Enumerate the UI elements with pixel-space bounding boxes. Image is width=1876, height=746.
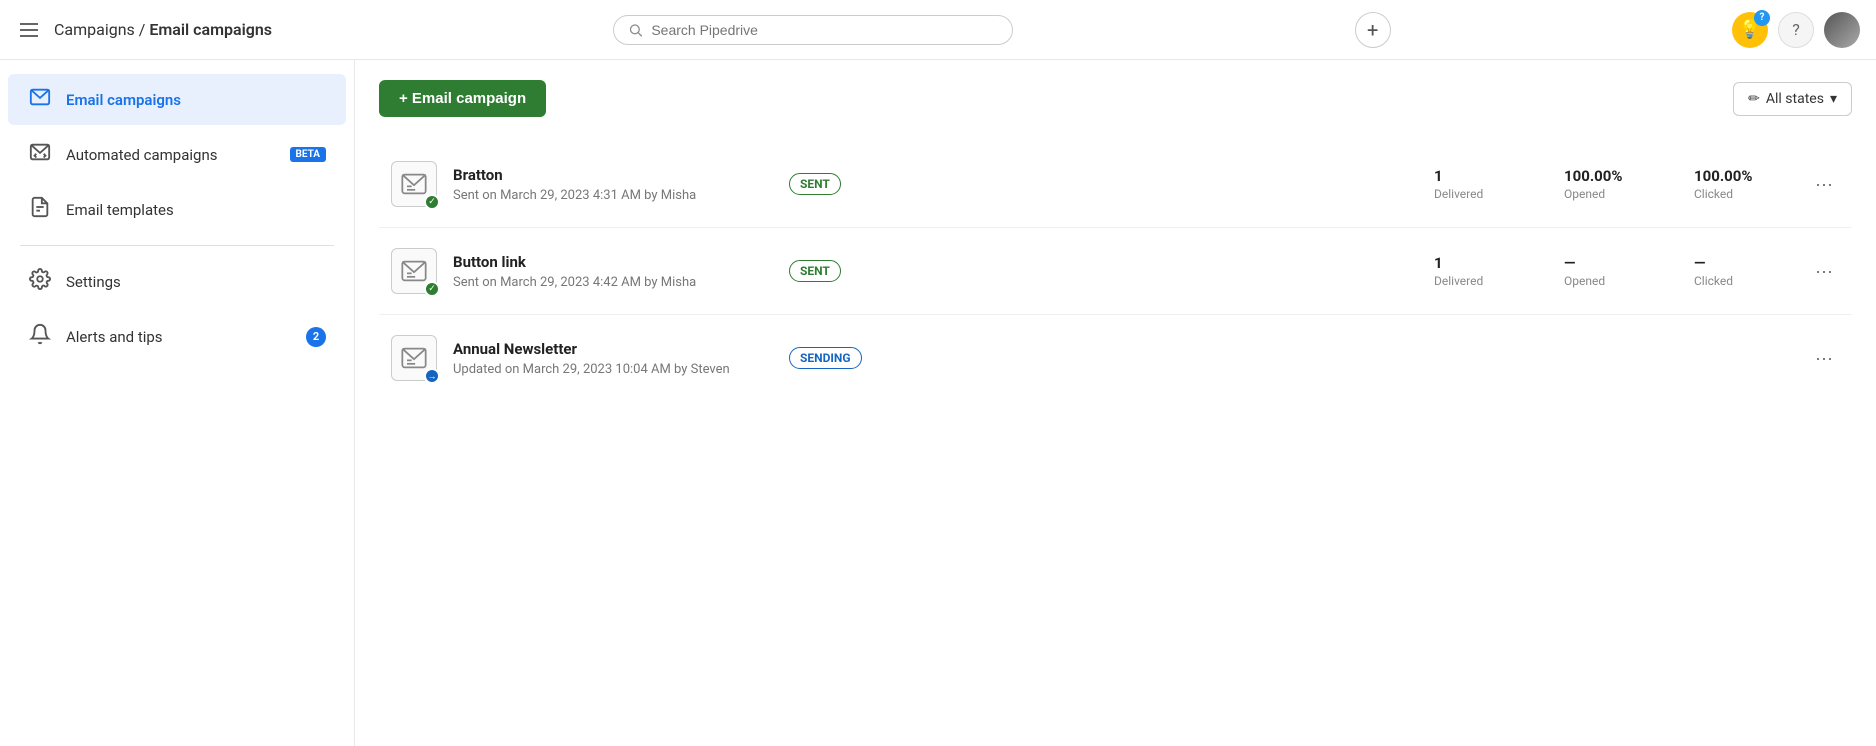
sidebar: Email campaigns Automated campaigns BETA… [0, 60, 355, 746]
alerts-icon [28, 323, 52, 350]
add-campaign-button[interactable]: + Email campaign [379, 80, 546, 117]
campaign-stats [878, 357, 1792, 359]
layout: Email campaigns Automated campaigns BETA… [0, 60, 1876, 746]
campaign-meta: Sent on March 29, 2023 4:31 AM by Misha [453, 188, 773, 203]
campaign-list: ✓ Bratton Sent on March 29, 2023 4:31 AM… [379, 141, 1852, 401]
pencil-icon: ✏ [1748, 91, 1760, 107]
table-row: → Annual Newsletter Updated on March 29,… [379, 315, 1852, 401]
automated-campaigns-icon [28, 141, 52, 168]
tips-badge: ? [1754, 10, 1770, 26]
stat-value-opened: — [1564, 254, 1654, 272]
sidebar-label-templates: Email templates [66, 201, 326, 219]
add-button[interactable]: + [1355, 12, 1391, 48]
status-badge: SENT [789, 173, 841, 195]
stat-value-opened: 100.00% [1564, 167, 1654, 185]
more-options-button[interactable]: ··· [1808, 168, 1840, 200]
campaign-icon-wrap: → [391, 335, 437, 381]
help-button[interactable]: ? [1778, 12, 1814, 48]
campaign-icon-wrap: ✓ [391, 248, 437, 294]
stat-value-clicked: 100.00% [1694, 167, 1784, 185]
status-badge: SENDING [789, 347, 862, 369]
status-dot-sent: ✓ [424, 281, 440, 297]
stat-opened: — Opened [1564, 254, 1654, 288]
hamburger-menu[interactable] [16, 19, 42, 41]
stat-label-opened: Opened [1564, 187, 1654, 201]
more-options-button[interactable]: ··· [1808, 342, 1840, 374]
status-badge: SENT [789, 260, 841, 282]
stat-label-delivered: Delivered [1434, 187, 1524, 201]
campaign-icon-wrap: ✓ [391, 161, 437, 207]
sidebar-label-settings: Settings [66, 273, 326, 291]
nav-right: 💡 ? ? [1732, 12, 1860, 48]
search-bar[interactable] [613, 15, 1013, 45]
status-dot-sent: ✓ [424, 194, 440, 210]
campaign-info: Button link Sent on March 29, 2023 4:42 … [453, 253, 773, 290]
campaign-info: Annual Newsletter Updated on March 29, 2… [453, 340, 773, 377]
status-dot-sending: → [424, 368, 440, 384]
main-header: + Email campaign ✏ All states ▾ [379, 80, 1852, 117]
stat-value-delivered: 1 [1434, 167, 1524, 185]
stat-opened [1564, 357, 1654, 359]
campaign-name: Bratton [453, 166, 773, 184]
settings-icon [28, 268, 52, 295]
search-input[interactable] [651, 22, 998, 38]
campaign-info: Bratton Sent on March 29, 2023 4:31 AM b… [453, 166, 773, 203]
filter-label: All states [1766, 91, 1824, 107]
stat-label-opened: Opened [1564, 274, 1654, 288]
stat-delivered: 1 Delivered [1434, 167, 1524, 201]
breadcrumb: Campaigns / Email campaigns [54, 20, 272, 39]
stat-label-delivered: Delivered [1434, 274, 1524, 288]
sidebar-label-automated: Automated campaigns [66, 146, 276, 164]
stat-label-clicked: Clicked [1694, 274, 1784, 288]
alerts-count-badge: 2 [306, 327, 326, 347]
stat-clicked [1694, 357, 1784, 359]
stat-label-clicked: Clicked [1694, 187, 1784, 201]
sidebar-item-automated-campaigns[interactable]: Automated campaigns BETA [8, 129, 346, 180]
chevron-down-icon: ▾ [1830, 91, 1837, 107]
beta-badge: BETA [290, 147, 327, 162]
email-templates-icon [28, 196, 52, 223]
sidebar-item-alerts[interactable]: Alerts and tips 2 [8, 311, 346, 362]
stat-delivered: 1 Delivered [1434, 254, 1524, 288]
email-campaigns-icon [28, 86, 52, 113]
table-row: ✓ Bratton Sent on March 29, 2023 4:31 AM… [379, 141, 1852, 228]
main-content: + Email campaign ✏ All states ▾ ✓ Bratto… [355, 60, 1876, 746]
more-options-button[interactable]: ··· [1808, 255, 1840, 287]
sidebar-item-settings[interactable]: Settings [8, 256, 346, 307]
campaign-stats: 1 Delivered — Opened — Clicked [857, 254, 1792, 288]
campaign-name: Button link [453, 253, 773, 271]
stat-value-clicked: — [1694, 254, 1784, 272]
tips-button[interactable]: 💡 ? [1732, 12, 1768, 48]
campaign-stats: 1 Delivered 100.00% Opened 100.00% Click… [857, 167, 1792, 201]
search-icon [628, 22, 643, 38]
top-nav: Campaigns / Email campaigns + 💡 ? ? [0, 0, 1876, 60]
stat-clicked: — Clicked [1694, 254, 1784, 288]
sidebar-label-email-campaigns: Email campaigns [66, 91, 326, 109]
stat-value-delivered: 1 [1434, 254, 1524, 272]
campaign-meta: Updated on March 29, 2023 10:04 AM by St… [453, 362, 773, 377]
avatar[interactable] [1824, 12, 1860, 48]
sidebar-item-email-campaigns[interactable]: Email campaigns [8, 74, 346, 125]
stat-opened: 100.00% Opened [1564, 167, 1654, 201]
campaign-name: Annual Newsletter [453, 340, 773, 358]
stat-clicked: 100.00% Clicked [1694, 167, 1784, 201]
sidebar-item-email-templates[interactable]: Email templates [8, 184, 346, 235]
filter-dropdown[interactable]: ✏ All states ▾ [1733, 82, 1852, 116]
campaign-meta: Sent on March 29, 2023 4:42 AM by Misha [453, 275, 773, 290]
sidebar-divider [20, 245, 334, 246]
stat-delivered [1434, 357, 1524, 359]
table-row: ✓ Button link Sent on March 29, 2023 4:4… [379, 228, 1852, 315]
sidebar-label-alerts: Alerts and tips [66, 328, 292, 346]
